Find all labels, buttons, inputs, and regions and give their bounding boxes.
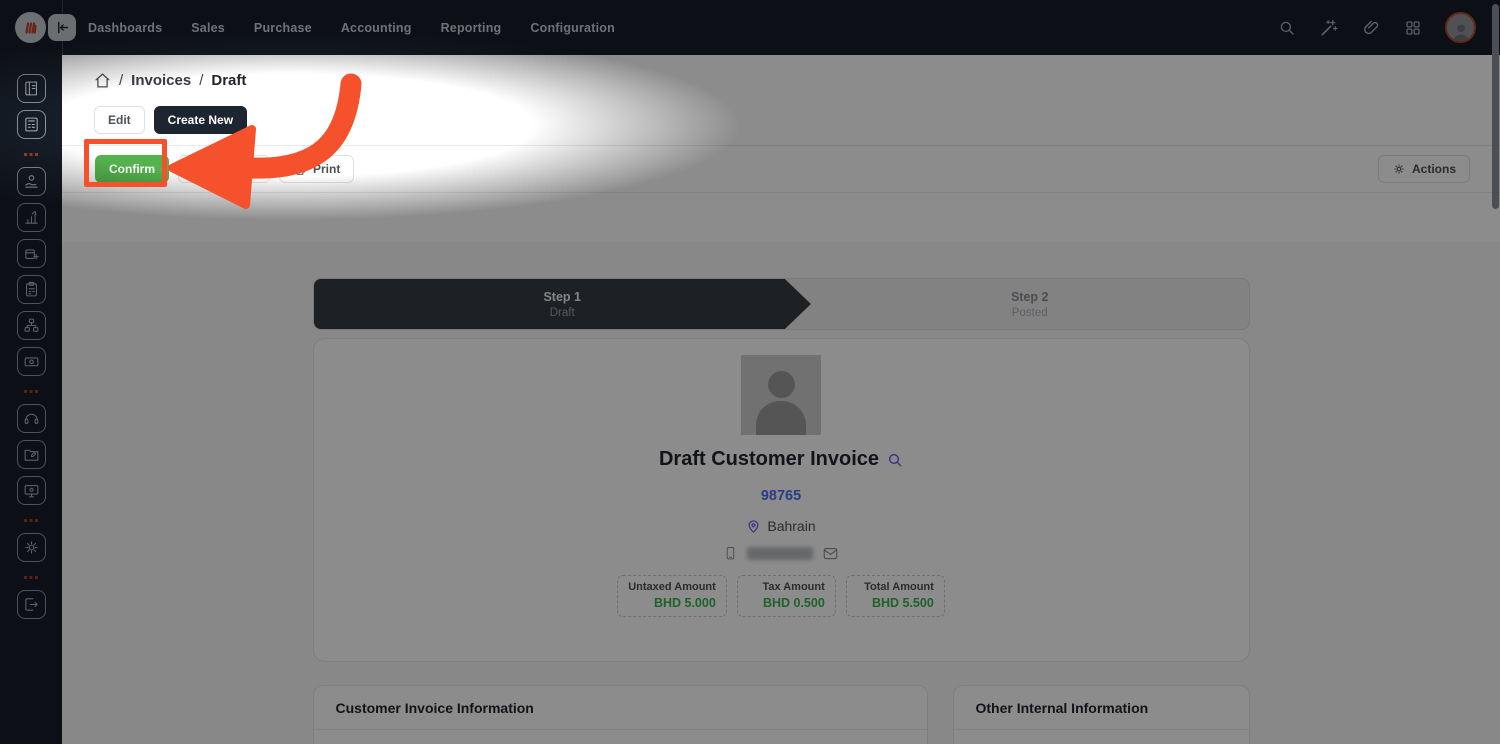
invoice-contact-row — [724, 546, 838, 561]
menu-item-reporting[interactable]: Reporting — [441, 21, 502, 35]
actions-button[interactable]: Actions — [1378, 155, 1470, 183]
customer-invoice-information-card: Customer Invoice Information Customer* A… — [313, 685, 928, 744]
sidebar-section-divider — [24, 390, 38, 393]
breadcrumb: / Invoices / Draft — [62, 55, 1500, 89]
invoice-summary-card: Draft Customer Invoice 98765 Bahrain Unt… — [313, 338, 1250, 662]
redacted-phone-number — [747, 547, 813, 560]
gear-icon — [1392, 162, 1406, 176]
divider — [62, 192, 1500, 193]
search-icon[interactable] — [1278, 19, 1296, 37]
phone-icon — [724, 546, 737, 561]
menu-item-accounting[interactable]: Accounting — [341, 21, 412, 35]
growth-chart-icon[interactable] — [17, 203, 46, 232]
amount-label: Tax Amount — [748, 581, 825, 593]
menu-item-purchase[interactable]: Purchase — [254, 21, 312, 35]
status-step-bar: Step 1 Draft Step 2 Posted — [313, 278, 1250, 330]
ledger-book-icon[interactable] — [17, 74, 46, 103]
printer-icon — [293, 162, 307, 176]
monitor-icon[interactable] — [17, 476, 46, 505]
other-internal-information-card: Other Internal Information Sales Person … — [953, 685, 1250, 744]
left-sidebar — [0, 55, 62, 744]
card-title: Other Internal Information — [954, 686, 1249, 730]
amount-label: Untaxed Amount — [628, 581, 716, 593]
cash-icon[interactable] — [17, 347, 46, 376]
total-amount-box: Total Amount BHD 5.500 — [846, 575, 945, 617]
record-buttons-row: Edit Create New — [94, 106, 1500, 134]
card-body: Customer* Abdulaziz Abdullah Customer Re… — [314, 730, 927, 744]
invoice-country-row: Bahrain — [746, 518, 815, 534]
avatar-person-icon — [1450, 21, 1472, 41]
logout-icon[interactable] — [17, 590, 46, 619]
edit-button[interactable]: Edit — [94, 106, 145, 134]
sidebar-collapse-button[interactable] — [48, 14, 76, 41]
folder-documents-icon[interactable] — [17, 440, 46, 469]
invoice-title: Draft Customer Invoice — [659, 448, 879, 471]
menu-item-configuration[interactable]: Configuration — [530, 21, 615, 35]
untaxed-amount-box: Untaxed Amount BHD 5.000 — [617, 575, 727, 617]
cancel-button[interactable]: Cancel — [178, 155, 270, 183]
amount-summary-row: Untaxed Amount BHD 5.000 Tax Amount BHD … — [617, 575, 945, 617]
attachment-icon[interactable] — [1362, 18, 1381, 37]
apps-grid-icon[interactable] — [1404, 19, 1422, 37]
location-pin-icon — [746, 519, 761, 534]
invoice-number[interactable]: 98765 — [761, 488, 801, 504]
actions-button-label: Actions — [1412, 162, 1456, 176]
main-area: / Invoices / Draft Edit Create New Confi… — [62, 55, 1500, 744]
hierarchy-boxes-icon[interactable] — [17, 311, 46, 340]
status-toolbar: Confirm Cancel Print Actions — [62, 146, 1500, 192]
main-menu: Dashboards Sales Purchase Accounting Rep… — [88, 21, 615, 35]
headset-support-icon[interactable] — [17, 404, 46, 433]
zoom-search-icon[interactable] — [887, 452, 903, 468]
calculator-icon[interactable] — [17, 110, 46, 139]
user-avatar[interactable] — [1445, 12, 1476, 43]
app-window: Dashboards Sales Purchase Accounting Rep… — [0, 0, 1500, 744]
home-icon[interactable] — [94, 72, 111, 89]
amount-value: BHD 5.500 — [857, 596, 934, 610]
step-posted[interactable]: Step 2 Posted — [811, 279, 1249, 329]
amount-label: Total Amount — [857, 581, 934, 593]
top-navbar: Dashboards Sales Purchase Accounting Rep… — [0, 0, 1500, 55]
logo-mark-icon — [22, 19, 40, 37]
box-add-icon[interactable] — [17, 239, 46, 268]
breadcrumb-separator: / — [119, 72, 123, 89]
card-body: Sales Person Maryam Hasan — [954, 730, 1249, 744]
amount-value: BHD 0.500 — [748, 596, 825, 610]
card-title: Customer Invoice Information — [314, 686, 927, 730]
invoice-title-row: Draft Customer Invoice — [659, 448, 903, 471]
settings-gear-icon[interactable] — [17, 533, 46, 562]
info-cards-row: Customer Invoice Information Customer* A… — [313, 685, 1250, 744]
envelope-icon — [823, 547, 838, 560]
tax-amount-box: Tax Amount BHD 0.500 — [737, 575, 836, 617]
collapse-arrow-icon — [55, 20, 70, 35]
invoice-country: Bahrain — [767, 518, 815, 534]
step-draft[interactable]: Step 1 Draft — [314, 279, 811, 329]
app-logo[interactable] — [15, 12, 46, 43]
menu-item-sales[interactable]: Sales — [191, 21, 225, 35]
page-content: Step 1 Draft Step 2 Posted Draft Custome… — [62, 242, 1500, 744]
print-button[interactable]: Print — [279, 155, 354, 183]
create-new-button[interactable]: Create New — [154, 106, 247, 134]
breadcrumb-current-page: Draft — [211, 72, 246, 89]
step-subtitle: Draft — [550, 307, 575, 319]
breadcrumb-invoices[interactable]: Invoices — [131, 72, 191, 89]
step-title: Step 2 — [1011, 290, 1049, 304]
print-button-label: Print — [313, 162, 340, 176]
sidebar-section-divider — [24, 576, 38, 579]
vertical-scrollbar[interactable] — [1492, 4, 1499, 209]
step-subtitle: Posted — [1012, 307, 1048, 319]
sidebar-section-divider — [24, 153, 38, 156]
customer-photo-placeholder — [741, 355, 821, 435]
amount-value: BHD 5.000 — [628, 596, 716, 610]
magic-wand-icon[interactable] — [1319, 18, 1339, 38]
menu-item-dashboards[interactable]: Dashboards — [88, 21, 162, 35]
confirm-button[interactable]: Confirm — [95, 155, 169, 183]
hand-payment-icon[interactable] — [17, 167, 46, 196]
navbar-actions — [1278, 0, 1476, 55]
sidebar-section-divider — [24, 519, 38, 522]
step-title: Step 1 — [543, 290, 581, 304]
clipboard-calculator-icon[interactable] — [17, 275, 46, 304]
breadcrumb-separator: / — [199, 72, 203, 89]
